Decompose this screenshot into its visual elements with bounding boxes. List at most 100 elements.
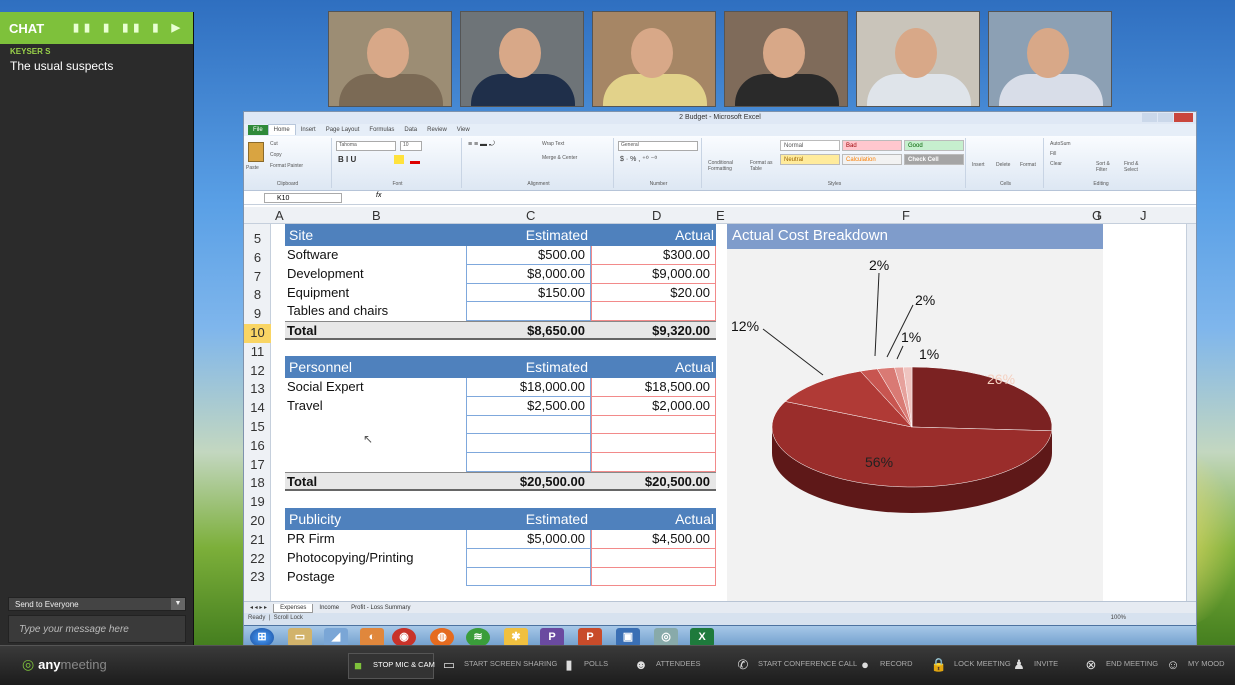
autosum-button[interactable]: AutoSum bbox=[1050, 141, 1071, 147]
sheet-tab[interactable]: Expenses bbox=[273, 604, 314, 613]
fx-icon[interactable]: fx bbox=[376, 192, 381, 199]
pie-slice[interactable] bbox=[911, 366, 1053, 432]
webcam-feed[interactable] bbox=[460, 11, 584, 107]
column-header[interactable]: B bbox=[372, 208, 381, 223]
row-header[interactable]: 19 bbox=[244, 493, 271, 512]
row-header[interactable]: 7 bbox=[244, 268, 271, 287]
row-header[interactable]: 16 bbox=[244, 437, 271, 456]
webcam-feed[interactable] bbox=[724, 11, 848, 107]
row-header[interactable]: 20 bbox=[244, 512, 271, 531]
camera-button[interactable]: ■ STOP MIC & CAM bbox=[348, 653, 435, 679]
attendees-button[interactable]: ☻ ATTENDEES bbox=[632, 653, 704, 679]
row-header[interactable]: 11 bbox=[244, 343, 271, 362]
paste-button[interactable]: Paste bbox=[246, 165, 259, 171]
sheet-tab[interactable]: Profit - Loss Summary bbox=[345, 604, 416, 612]
monitor-button[interactable]: ▭ START SCREEN SHARING bbox=[440, 653, 558, 679]
tab-home[interactable]: Home bbox=[267, 124, 296, 135]
paste-icon[interactable] bbox=[248, 142, 264, 162]
style-check-cell[interactable]: Check Cell bbox=[904, 154, 964, 165]
row-header[interactable]: 14 bbox=[244, 399, 271, 418]
row-header[interactable]: 21 bbox=[244, 531, 271, 550]
style-neutral[interactable]: Neutral bbox=[780, 154, 840, 165]
chat-input[interactable]: Type your message here bbox=[8, 615, 186, 643]
sheet-grid[interactable]: Site Estimated Actual Software $500.00 $300.0… bbox=[271, 224, 1196, 601]
format-button[interactable]: Format bbox=[1020, 162, 1036, 168]
tab-view[interactable]: View bbox=[452, 125, 475, 135]
zoom-level[interactable]: 100% bbox=[1111, 615, 1126, 621]
format-painter-button[interactable]: Format Painter bbox=[270, 163, 303, 169]
polls-button[interactable]: ▮ POLLS bbox=[560, 653, 632, 679]
column-header[interactable]: J bbox=[1140, 208, 1147, 223]
row-header[interactable]: 6 bbox=[244, 249, 271, 268]
style-good[interactable]: Good bbox=[904, 140, 964, 151]
style-bad[interactable]: Bad bbox=[842, 140, 902, 151]
tab-formulas[interactable]: Formulas bbox=[364, 125, 399, 135]
close-icon[interactable] bbox=[1174, 113, 1193, 122]
row-header[interactable]: 23 bbox=[244, 568, 271, 587]
fill-color-icon[interactable] bbox=[394, 155, 404, 164]
row-header[interactable]: 18 bbox=[244, 474, 271, 493]
sort-filter-button[interactable]: Sort & Filter bbox=[1096, 161, 1122, 173]
tab-review[interactable]: Review bbox=[422, 125, 452, 135]
sheet-tab[interactable]: Income bbox=[313, 604, 345, 612]
actual-cell[interactable] bbox=[591, 302, 716, 322]
chat-tools-icons[interactable]: ▮▮ ▮ ▮▮ ▮ ▶ bbox=[73, 21, 185, 34]
actual-cell[interactable] bbox=[591, 453, 716, 472]
actual-cell[interactable] bbox=[591, 567, 716, 587]
estimated-cell[interactable] bbox=[466, 434, 591, 454]
row-header[interactable]: 15 bbox=[244, 418, 271, 437]
conditional-formatting-button[interactable]: Conditional Formatting bbox=[708, 160, 748, 172]
actual-cell[interactable] bbox=[591, 548, 716, 568]
column-header[interactable]: C bbox=[526, 208, 535, 223]
actual-cell[interactable] bbox=[591, 415, 716, 435]
webcam-feed[interactable] bbox=[988, 11, 1112, 107]
find-select-button[interactable]: Find & Select bbox=[1124, 161, 1152, 173]
name-box[interactable]: K10 bbox=[264, 193, 342, 203]
column-header[interactable]: E bbox=[716, 208, 725, 223]
vertical-scrollbar[interactable] bbox=[1186, 224, 1196, 601]
row-header[interactable]: 10 bbox=[244, 324, 271, 343]
end-button[interactable]: ⊗ END MEETING bbox=[1082, 653, 1159, 679]
number-icons[interactable]: $ · % , ⁺⁰ ⁻⁰ bbox=[620, 155, 657, 163]
minimize-icon[interactable] bbox=[1142, 113, 1157, 122]
estimated-cell[interactable] bbox=[466, 548, 591, 568]
webcam-feed[interactable] bbox=[856, 11, 980, 107]
mood-button[interactable]: ☺ MY MOOD bbox=[1164, 653, 1235, 679]
estimated-cell[interactable] bbox=[466, 302, 591, 322]
row-header[interactable]: 5 bbox=[244, 230, 271, 249]
format-as-table-button[interactable]: Format as Table bbox=[750, 160, 774, 172]
invite-button[interactable]: ♟ INVITE bbox=[1010, 653, 1082, 679]
clear-button[interactable]: Clear bbox=[1050, 161, 1062, 167]
font-name-select[interactable]: Tahoma bbox=[336, 141, 396, 151]
copy-button[interactable]: Copy bbox=[270, 152, 282, 158]
merge-center-button[interactable]: Merge & Center bbox=[542, 155, 577, 161]
fill-button[interactable]: Fill bbox=[1050, 151, 1056, 157]
estimated-cell[interactable] bbox=[466, 415, 591, 435]
delete-button[interactable]: Delete bbox=[996, 162, 1010, 168]
number-format-select[interactable]: General bbox=[618, 141, 698, 151]
font-size-select[interactable]: 10 bbox=[400, 141, 422, 151]
row-header[interactable]: 12 bbox=[244, 362, 271, 381]
style-calculation[interactable]: Calculation bbox=[842, 154, 902, 165]
lock-button[interactable]: 🔒 LOCK MEETING bbox=[930, 653, 1011, 679]
tab-data[interactable]: Data bbox=[399, 125, 422, 135]
estimated-cell[interactable] bbox=[466, 453, 591, 472]
column-header[interactable]: A bbox=[275, 208, 284, 223]
record-button[interactable]: ● RECORD bbox=[856, 653, 928, 679]
insert-button[interactable]: Insert bbox=[972, 162, 985, 168]
webcam-feed[interactable] bbox=[592, 11, 716, 107]
row-header[interactable]: 9 bbox=[244, 305, 271, 324]
send-to-select[interactable]: Send to Everyone ▼ bbox=[8, 597, 186, 611]
maximize-icon[interactable] bbox=[1158, 113, 1173, 122]
row-header[interactable]: 13 bbox=[244, 380, 271, 399]
row-header[interactable]: 17 bbox=[244, 456, 271, 475]
font-color-icon[interactable] bbox=[410, 155, 420, 164]
estimated-cell[interactable] bbox=[466, 567, 591, 587]
phone-button[interactable]: ✆ START CONFERENCE CALL bbox=[734, 653, 858, 679]
column-header[interactable]: I bbox=[1097, 208, 1101, 223]
cut-button[interactable]: Cut bbox=[270, 141, 278, 147]
pie-chart[interactable]: Actual Cost Breakdown 26% 56% 12% 2% 2% 1% 1% bbox=[727, 224, 1103, 601]
bold-italic-underline[interactable]: B I U bbox=[338, 155, 356, 164]
webcam-feed[interactable] bbox=[328, 11, 452, 107]
tab-page-layout[interactable]: Page Layout bbox=[321, 125, 365, 135]
